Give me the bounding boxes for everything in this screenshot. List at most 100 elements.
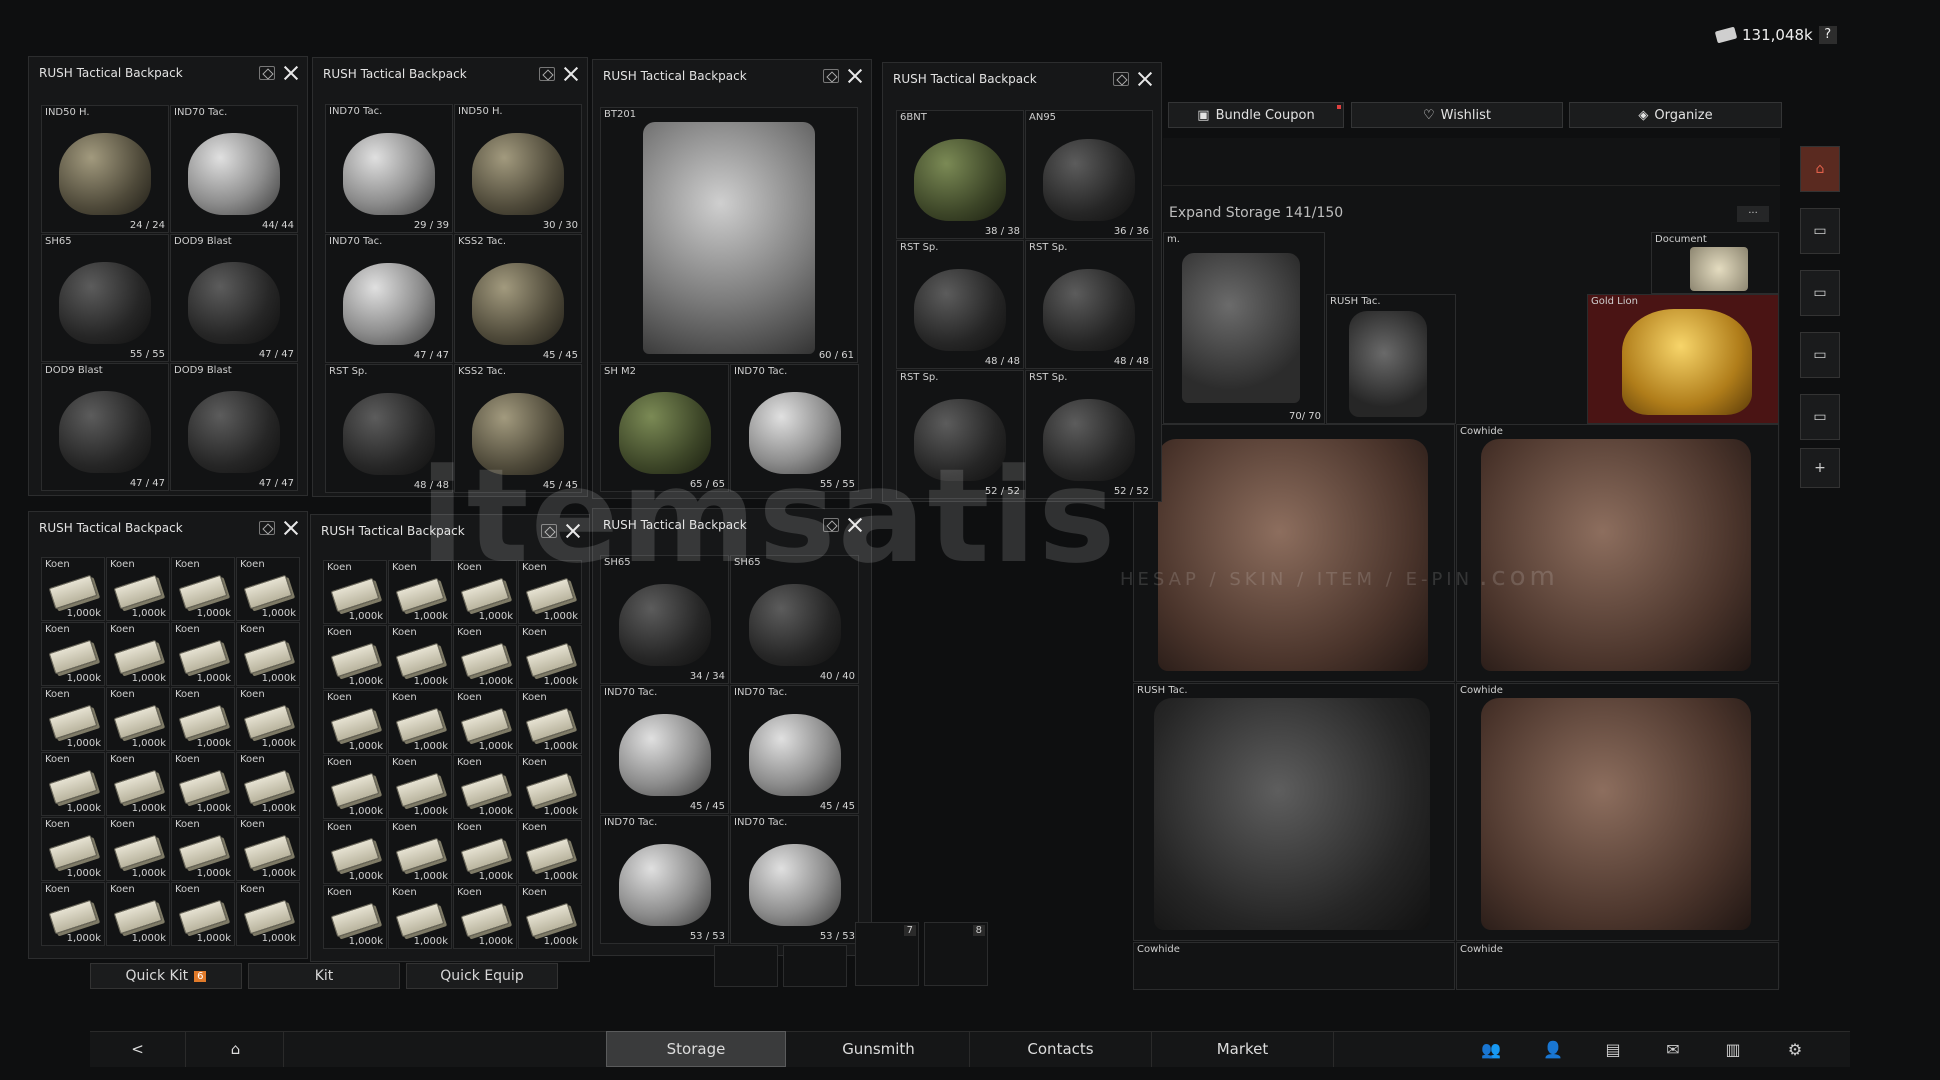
- expand-storage-label[interactable]: Expand Storage 141/150: [1169, 205, 1343, 221]
- panel-header[interactable]: RUSH Tactical Backpack: [311, 515, 589, 547]
- close-icon[interactable]: [847, 517, 863, 533]
- storage-tab-2[interactable]: ▭: [1800, 208, 1840, 254]
- item-slot[interactable]: AN95 36 / 36: [1025, 110, 1153, 239]
- cash-slot[interactable]: Koen 1,000k: [236, 752, 300, 816]
- cash-slot[interactable]: Koen 1,000k: [453, 625, 517, 689]
- tab-contacts[interactable]: Contacts: [970, 1031, 1152, 1067]
- panel-header[interactable]: RUSH Tactical Backpack: [593, 509, 871, 541]
- cash-slot[interactable]: Koen 1,000k: [106, 687, 170, 751]
- quick-equip-button[interactable]: Quick Equip: [406, 963, 558, 989]
- close-icon[interactable]: [565, 523, 581, 539]
- add-storage-tab-button[interactable]: +: [1800, 448, 1840, 488]
- cash-slot[interactable]: Koen 1,000k: [453, 690, 517, 754]
- item-slot[interactable]: KSS2 Tac. 45 / 45: [454, 364, 582, 493]
- item-slot[interactable]: RST Sp. 52 / 52: [1025, 370, 1153, 499]
- cash-slot[interactable]: Koen 1,000k: [171, 557, 235, 621]
- storage-item-cowhide[interactable]: Cowhide: [1456, 424, 1779, 682]
- cash-slot[interactable]: Koen 1,000k: [236, 817, 300, 881]
- cash-slot[interactable]: Koen 1,000k: [453, 820, 517, 884]
- item-slot[interactable]: SH65 55 / 55: [41, 234, 169, 362]
- home-button[interactable]: ⌂: [188, 1031, 284, 1067]
- storage-tab-3[interactable]: ▭: [1800, 270, 1840, 316]
- cash-slot[interactable]: Koen 1,000k: [236, 687, 300, 751]
- storage-item-cowhide[interactable]: Cowhide: [1456, 683, 1779, 941]
- cash-slot[interactable]: Koen 1,000k: [323, 560, 387, 624]
- bundle-coupon-button[interactable]: ▣ Bundle Coupon: [1168, 102, 1344, 128]
- sort-icon[interactable]: [823, 69, 839, 83]
- cash-slot[interactable]: Koen 1,000k: [171, 752, 235, 816]
- item-slot[interactable]: DOD9 Blast 47 / 47: [170, 363, 298, 491]
- tab-market[interactable]: Market: [1152, 1031, 1334, 1067]
- panel-header[interactable]: RUSH Tactical Backpack: [29, 512, 307, 544]
- vest-item[interactable]: BT201 60 / 61: [600, 107, 858, 363]
- cash-slot[interactable]: Koen 1,000k: [41, 622, 105, 686]
- sort-icon[interactable]: [541, 524, 557, 538]
- quick-kit-button[interactable]: Quick Kit 6: [90, 963, 242, 989]
- quick-slot[interactable]: [714, 945, 778, 987]
- cash-slot[interactable]: Koen 1,000k: [453, 755, 517, 819]
- cash-slot[interactable]: Koen 1,000k: [518, 755, 582, 819]
- organize-button[interactable]: ◈ Organize: [1569, 102, 1782, 128]
- help-button[interactable]: ?: [1818, 26, 1837, 44]
- storage-more-button[interactable]: ···: [1737, 206, 1769, 222]
- cash-slot[interactable]: Koen 1,000k: [518, 885, 582, 949]
- item-slot[interactable]: IND70 Tac. 53 / 53: [730, 815, 859, 944]
- cash-slot[interactable]: Koen 1,000k: [106, 622, 170, 686]
- settings-button[interactable]: ⚙: [1772, 1031, 1818, 1067]
- item-slot[interactable]: IND70 Tac. 55 / 55: [730, 364, 859, 492]
- close-icon[interactable]: [847, 68, 863, 84]
- cash-slot[interactable]: Koen 1,000k: [106, 882, 170, 946]
- cash-slot[interactable]: Koen 1,000k: [236, 557, 300, 621]
- cash-slot[interactable]: Koen 1,000k: [518, 820, 582, 884]
- close-icon[interactable]: [1137, 71, 1153, 87]
- friends-button[interactable]: 👥: [1468, 1031, 1514, 1067]
- cash-slot[interactable]: Koen 1,000k: [388, 755, 452, 819]
- back-button[interactable]: <: [90, 1031, 186, 1067]
- cash-slot[interactable]: Koen 1,000k: [41, 752, 105, 816]
- quick-slot[interactable]: [783, 945, 847, 987]
- cash-slot[interactable]: Koen 1,000k: [323, 885, 387, 949]
- cash-slot[interactable]: Koen 1,000k: [106, 557, 170, 621]
- cash-slot[interactable]: Koen 1,000k: [171, 687, 235, 751]
- cash-slot[interactable]: Koen 1,000k: [323, 755, 387, 819]
- cash-slot[interactable]: Koen 1,000k: [236, 622, 300, 686]
- wishlist-button[interactable]: ♡ Wishlist: [1351, 102, 1563, 128]
- mail-button[interactable]: ✉: [1650, 1031, 1696, 1067]
- item-slot[interactable]: SH M2 65 / 65: [600, 364, 729, 492]
- cash-slot[interactable]: Koen 1,000k: [171, 817, 235, 881]
- cash-slot[interactable]: Koen 1,000k: [106, 752, 170, 816]
- close-icon[interactable]: [283, 65, 299, 81]
- item-slot[interactable]: IND70 Tac. 45 / 45: [600, 685, 729, 814]
- item-slot[interactable]: IND70 Tac. 29 / 39: [325, 104, 453, 233]
- sort-icon[interactable]: [1113, 72, 1129, 86]
- storage-item-cowhide[interactable]: Cowhide: [1133, 942, 1455, 990]
- cash-slot[interactable]: Koen 1,000k: [236, 882, 300, 946]
- cash-slot[interactable]: Koen 1,000k: [171, 622, 235, 686]
- cash-slot[interactable]: Koen 1,000k: [323, 690, 387, 754]
- item-slot[interactable]: 6BNT 38 / 38: [896, 110, 1024, 239]
- item-slot[interactable]: IND50 H. 30 / 30: [454, 104, 582, 233]
- item-slot[interactable]: RST Sp. 48 / 48: [1025, 240, 1153, 369]
- cash-slot[interactable]: Koen 1,000k: [41, 817, 105, 881]
- item-slot[interactable]: IND70 Tac. 45 / 45: [730, 685, 859, 814]
- cash-slot[interactable]: Koen 1,000k: [41, 882, 105, 946]
- sort-icon[interactable]: [259, 66, 275, 80]
- item-slot[interactable]: SH65 40 / 40: [730, 555, 859, 684]
- sort-icon[interactable]: [539, 67, 555, 81]
- cash-slot[interactable]: Koen 1,000k: [388, 560, 452, 624]
- storage-tab-5[interactable]: ▭: [1800, 394, 1840, 440]
- storage-item-cowhide[interactable]: Cowhide: [1456, 942, 1779, 990]
- panel-header[interactable]: RUSH Tactical Backpack: [883, 63, 1161, 95]
- cash-slot[interactable]: Koen 1,000k: [453, 560, 517, 624]
- item-slot[interactable]: DOD9 Blast 47 / 47: [41, 363, 169, 491]
- item-slot[interactable]: RST Sp. 52 / 52: [896, 370, 1024, 499]
- item-slot[interactable]: IND50 H. 24 / 24: [41, 105, 169, 233]
- sort-icon[interactable]: [823, 518, 839, 532]
- item-slot[interactable]: IND70 Tac. 53 / 53: [600, 815, 729, 944]
- cash-slot[interactable]: Koen 1,000k: [106, 817, 170, 881]
- cash-slot[interactable]: Koen 1,000k: [388, 625, 452, 689]
- storage-tab-home[interactable]: ⌂: [1800, 146, 1840, 192]
- cash-slot[interactable]: Koen 1,000k: [323, 625, 387, 689]
- quick-slot-7[interactable]: 7: [855, 922, 919, 986]
- storage-item-document[interactable]: Document: [1651, 232, 1779, 294]
